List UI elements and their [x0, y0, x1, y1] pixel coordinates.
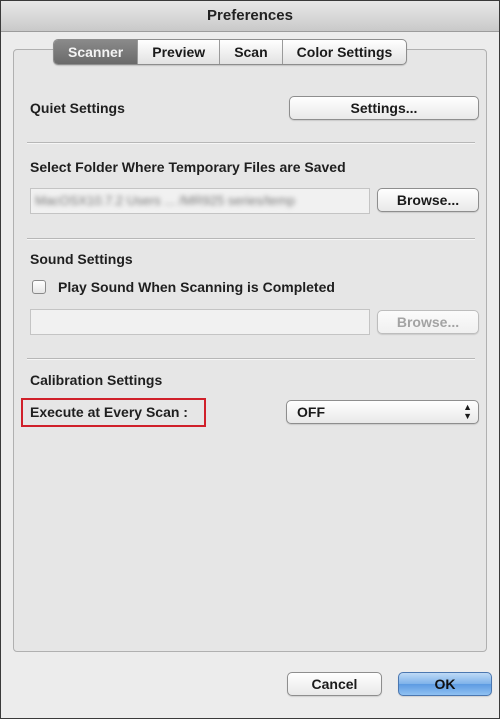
sound-settings-label: Sound Settings — [30, 251, 133, 267]
ok-button[interactable]: OK — [398, 672, 492, 696]
calibration-settings-label: Calibration Settings — [30, 372, 163, 388]
tab-scan[interactable]: Scan — [219, 40, 281, 64]
execute-every-scan-select[interactable]: OFF ▲ ▼ — [286, 400, 479, 424]
temp-folder-path: MacOSX10.7.2 Users ... /MR925 series/tem… — [35, 193, 296, 208]
tab-bar: Scanner Preview Scan Color Settings — [53, 39, 408, 65]
separator — [27, 142, 475, 144]
cancel-button[interactable]: Cancel — [287, 672, 382, 696]
scanner-panel — [13, 49, 487, 652]
tab-color-settings[interactable]: Color Settings — [281, 40, 407, 64]
window-title: Preferences — [1, 1, 499, 32]
execute-every-scan-value: OFF — [297, 404, 325, 420]
execute-every-scan-label: Execute at Every Scan : — [30, 404, 188, 420]
tab-scanner[interactable]: Scanner — [54, 40, 138, 64]
temp-folder-browse-button[interactable]: Browse... — [377, 188, 479, 212]
tab-preview[interactable]: Preview — [137, 40, 219, 64]
separator — [27, 238, 475, 240]
sound-browse-button[interactable]: Browse... — [377, 310, 479, 334]
temp-folder-path-field: MacOSX10.7.2 Users ... /MR925 series/tem… — [30, 188, 370, 214]
preferences-window: Preferences Scanner Preview Scan Color S… — [0, 0, 500, 719]
temp-folder-label: Select Folder Where Temporary Files are … — [30, 159, 346, 175]
play-sound-checkbox-label[interactable]: Play Sound When Scanning is Completed — [58, 279, 335, 295]
separator — [27, 358, 475, 360]
quiet-settings-button[interactable]: Settings... — [289, 96, 479, 120]
quiet-settings-label: Quiet Settings — [30, 100, 125, 116]
sound-file-path-field — [30, 309, 370, 335]
play-sound-checkbox[interactable] — [32, 280, 46, 294]
updown-arrows-icon: ▲ ▼ — [463, 402, 472, 421]
